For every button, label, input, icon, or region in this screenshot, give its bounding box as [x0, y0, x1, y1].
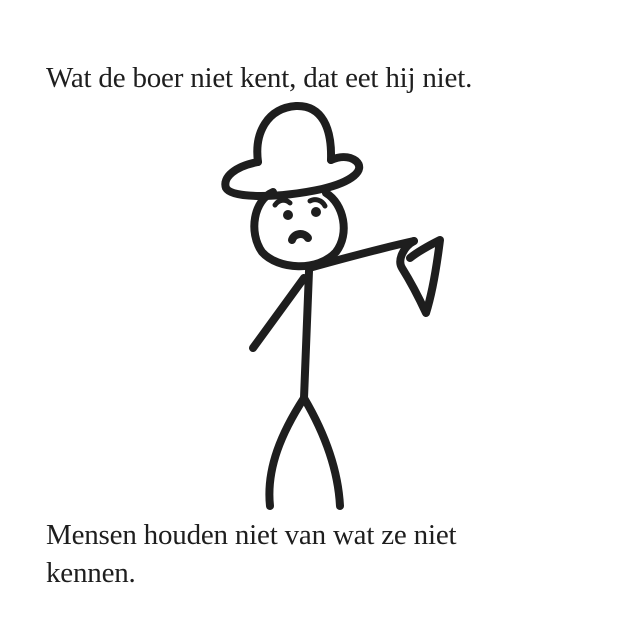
right-eyebrow: [307, 197, 328, 209]
hand-cone: [396, 236, 444, 317]
bottom-caption: Mensen houden niet van wat ze niet kenne…: [46, 519, 457, 589]
left-leg: [265, 394, 308, 510]
left-eyebrow: [272, 197, 293, 208]
left-arm: [249, 274, 308, 352]
body: [300, 267, 313, 402]
hat-brim: [221, 153, 364, 200]
head: [250, 188, 348, 271]
right-leg: [300, 394, 344, 510]
hat-crown: [253, 101, 336, 166]
right-eye: [311, 207, 321, 217]
mouth: [288, 230, 312, 244]
left-eye: [283, 210, 293, 220]
